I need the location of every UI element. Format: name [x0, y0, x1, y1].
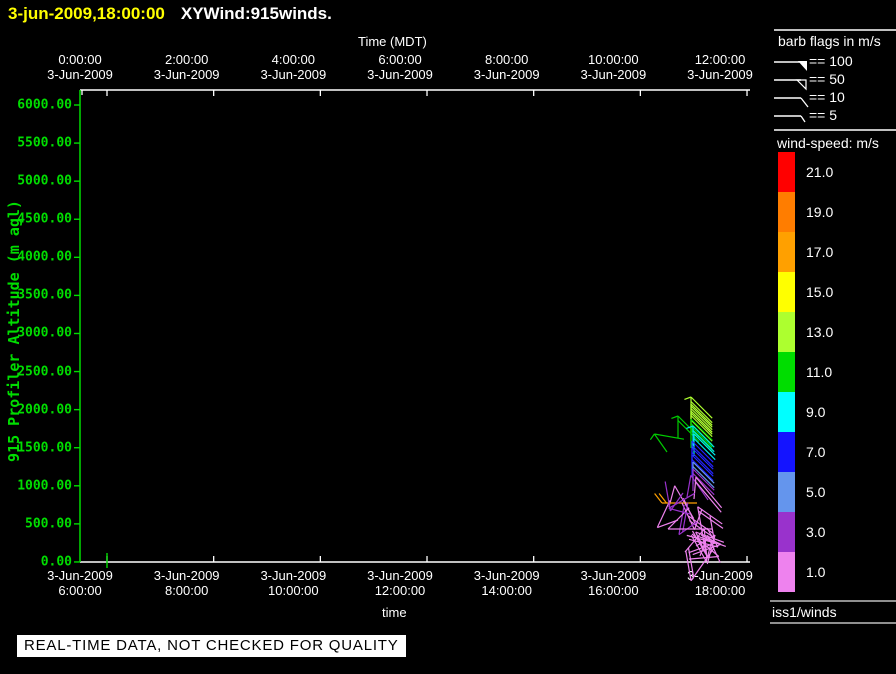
data-source-label: iss1/winds	[772, 604, 837, 620]
barb-legend-label: == 10	[809, 89, 845, 105]
colorbar-value: 15.0	[806, 284, 834, 300]
colorbar-swatch	[778, 272, 795, 312]
colorbar-swatch	[778, 552, 795, 592]
colorbar-swatch	[778, 312, 795, 352]
colorbar-value: 21.0	[806, 164, 834, 180]
colorbar-value: 7.0	[806, 444, 826, 460]
colorbar-value: 19.0	[806, 204, 834, 220]
colorbar-swatch	[778, 192, 795, 232]
source-bottom-divider	[770, 622, 896, 624]
full-barb-icon	[800, 97, 809, 108]
colorbar-value: 13.0	[806, 324, 834, 340]
colorbar-value: 3.0	[806, 524, 826, 540]
barb-legend-title: barb flags in m/s	[778, 33, 881, 49]
quality-warning-banner: REAL-TIME DATA, NOT CHECKED FOR QUALITY	[17, 635, 406, 657]
colorbar-swatch	[778, 352, 795, 392]
colorbar-swatch	[778, 432, 795, 472]
xplot-window: 3-jun-2009,18:00:00 XYWind:915winds. Time…	[0, 0, 896, 674]
colorbar-swatch	[778, 152, 795, 192]
colorbar-value: 9.0	[806, 404, 826, 420]
colorbar-value: 1.0	[806, 564, 826, 580]
legend-bottom-divider	[774, 129, 896, 131]
plot-svg	[74, 61, 809, 582]
plot-canvas[interactable]	[80, 90, 750, 562]
colorbar-swatch	[778, 512, 795, 552]
barb-legend-label: == 100	[809, 53, 853, 69]
colorbar-value: 5.0	[806, 484, 826, 500]
colorbar-value: 17.0	[806, 244, 834, 260]
colorbar-swatch	[778, 232, 795, 272]
source-top-divider	[770, 600, 896, 602]
colorbar-title: wind-speed: m/s	[777, 135, 879, 151]
pennant-open-icon	[795, 79, 807, 91]
half-barb-icon	[800, 115, 806, 123]
colorbar-swatch	[778, 472, 795, 512]
barb-legend-label: == 50	[809, 71, 845, 87]
barb-legend-label: == 5	[809, 107, 838, 123]
colorbar-value: 11.0	[806, 364, 833, 380]
colorbar-swatch	[778, 392, 795, 432]
legend-top-divider	[774, 29, 896, 31]
